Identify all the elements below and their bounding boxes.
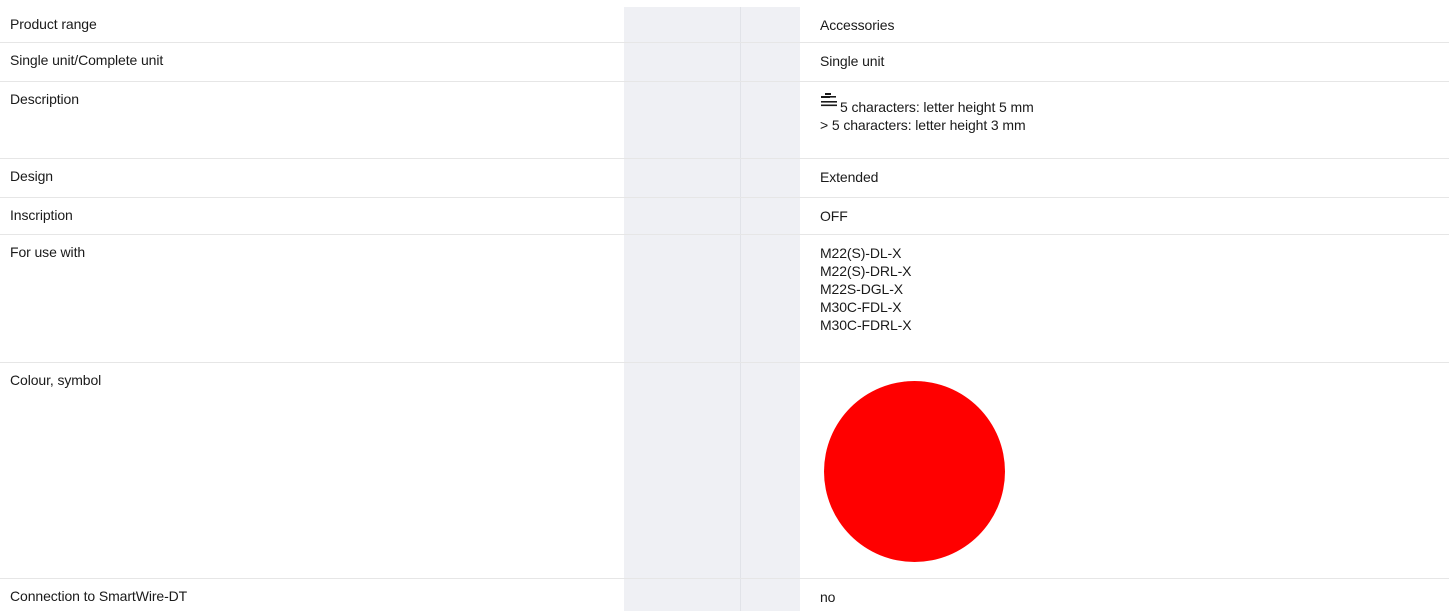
table-row-product-range: Product range Accessories (0, 7, 1449, 43)
description-line: 5 characters: letter height 5 mm (840, 99, 1034, 115)
list-item: M22(S)-DL-X (820, 245, 902, 261)
attribute-label: For use with (10, 244, 86, 260)
list-item: M22S-DGL-X (820, 281, 904, 297)
attribute-value: 5 characters: letter height 5 mm > 5 cha… (820, 91, 1034, 134)
attribute-label: Product range (10, 16, 97, 32)
table-row-smartwire: Connection to SmartWire-DT no (0, 579, 1449, 611)
attribute-label: Description (10, 91, 79, 107)
table-row-for-use-with: For use with M22(S)-DL-X M22(S)-DRL-X M2… (0, 235, 1449, 363)
attribute-value: Accessories (820, 17, 895, 33)
shaded-column (624, 579, 800, 611)
attribute-value: OFF (820, 208, 848, 224)
attribute-label: Colour, symbol (10, 372, 102, 388)
red-circle-symbol (824, 381, 1005, 562)
shaded-column (624, 235, 800, 362)
attribute-value: Single unit (820, 53, 885, 69)
attribute-value: Extended (820, 169, 879, 185)
list-item: M30C-FDRL-X (820, 317, 912, 333)
table-row-design: Design Extended (0, 159, 1449, 198)
attribute-value: M22(S)-DL-X M22(S)-DRL-X M22S-DGL-X M30C… (820, 244, 912, 334)
shaded-column (624, 363, 800, 578)
description-line: > 5 characters: letter height 3 mm (820, 117, 1026, 133)
shaded-column (624, 43, 800, 81)
attribute-label: Inscription (10, 207, 73, 223)
list-item: M30C-FDL-X (820, 299, 902, 315)
text-length-icon (821, 93, 837, 107)
shaded-column (624, 159, 800, 197)
shaded-column (624, 198, 800, 234)
table-row-colour-symbol: Colour, symbol (0, 363, 1449, 579)
list-item: M22(S)-DRL-X (820, 263, 912, 279)
clipped-link-text (8, 0, 198, 2)
table-row-description: Description 5 characters: letter height … (0, 82, 1449, 159)
product-attribute-table: Product range Accessories Single unit/Co… (0, 7, 1449, 611)
attribute-value: no (820, 589, 836, 605)
top-link-fragment (0, 0, 1449, 7)
table-row-single-unit: Single unit/Complete unit Single unit (0, 43, 1449, 82)
shaded-column (624, 82, 800, 158)
attribute-label: Single unit/Complete unit (10, 52, 164, 68)
shaded-column (624, 7, 800, 42)
table-row-inscription: Inscription OFF (0, 198, 1449, 235)
attribute-label: Design (10, 168, 53, 184)
attribute-label: Connection to SmartWire-DT (10, 588, 188, 604)
